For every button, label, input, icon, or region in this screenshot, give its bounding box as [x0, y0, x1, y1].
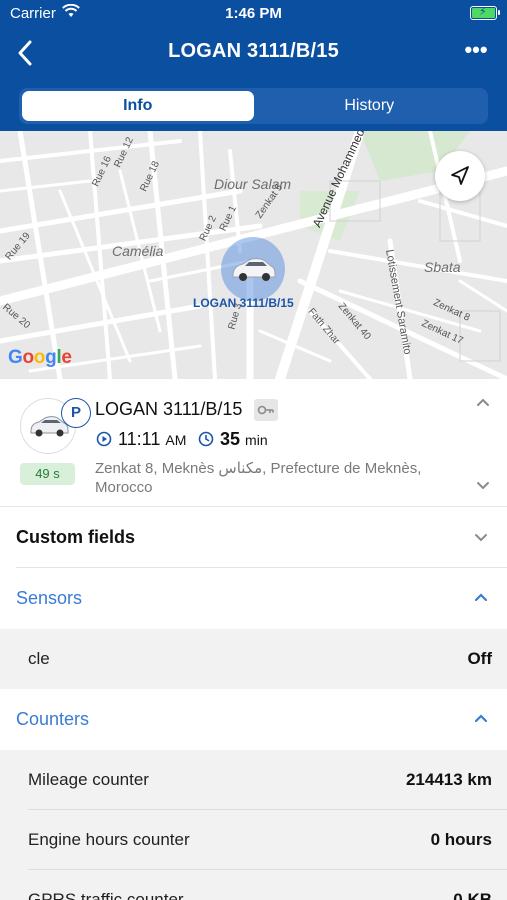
tab-bar: Info History [19, 88, 488, 124]
tab-history[interactable]: History [254, 91, 486, 121]
page-title: LOGAN 3111/B/15 [168, 40, 339, 62]
counter-value: 0 KB [453, 890, 492, 900]
navigation-arrow-icon [451, 166, 469, 185]
counter-name: Mileage counter [28, 770, 149, 789]
counters-section-header[interactable]: Counters [0, 689, 507, 750]
car-icon [232, 258, 276, 281]
last-time: 11:11 [118, 429, 161, 449]
duration-value: 35 min [220, 429, 268, 450]
unit-name: LOGAN 3111/B/15 [95, 399, 243, 419]
vehicle-marker-label[interactable]: LOGAN 3111/B/15 [193, 296, 294, 310]
more-button[interactable]: ••• [461, 37, 491, 64]
status-time: 1:46 PM [225, 5, 282, 22]
locate-button[interactable] [435, 151, 485, 201]
counter-value: 214413 km [405, 770, 492, 789]
last-message-age-badge: 49 s [20, 463, 75, 485]
map-view[interactable]: Diour Salam Camélia Sbata Rue 16 Rue 12 … [0, 131, 507, 379]
sensor-name: cle [28, 649, 50, 668]
vehicle-marker[interactable] [221, 237, 285, 301]
counter-row: GPRS traffic counter 0 KB [0, 870, 507, 900]
counter-row: Engine hours counter 0 hours [0, 810, 507, 870]
last-time-suffix: AM [165, 432, 187, 448]
sensor-value: Off [467, 649, 492, 668]
counter-name: GPRS traffic counter [28, 890, 184, 900]
app-header: Carrier 1:46 PM ⚡ LOGAN 3111/B/15 ••• In… [0, 0, 507, 131]
sensor-row: cle Off [0, 629, 507, 689]
counter-value: 0 hours [430, 830, 492, 849]
chevron-up-icon[interactable] [473, 393, 493, 413]
more-horizontal-icon: ••• [464, 37, 488, 62]
sensors-section-header[interactable]: Sensors [0, 568, 507, 629]
sensors-label: Sensors [16, 588, 83, 608]
map-place-label: Camélia [112, 243, 164, 259]
play-time-icon [96, 431, 112, 447]
chevron-down-icon [475, 534, 487, 542]
unit-address: Zenkat 8, Meknès مكناس, Prefecture de Me… [95, 460, 422, 496]
chevron-up-icon [474, 714, 488, 723]
parking-status-badge: P [61, 398, 91, 428]
chevron-down-icon[interactable] [473, 475, 493, 495]
tab-info[interactable]: Info [22, 91, 254, 121]
status-bar: Carrier 1:46 PM ⚡ [0, 0, 507, 28]
battery-icon: ⚡ [470, 6, 500, 20]
custom-fields-label: Custom fields [16, 527, 136, 547]
key-icon [254, 399, 278, 421]
unit-summary-card[interactable]: P 49 s LOGAN 3111/B/15 11:11 AM 35 min Z… [0, 379, 507, 507]
chevron-up-icon [474, 593, 488, 602]
duration-unit: min [245, 432, 268, 448]
map-place-label: Sbata [424, 259, 461, 275]
clock-icon [198, 431, 214, 447]
custom-fields-section-header[interactable]: Custom fields [0, 507, 507, 568]
last-time-value: 11:11 AM [118, 429, 186, 450]
counters-label: Counters [16, 709, 90, 729]
google-logo: Google [8, 347, 72, 368]
duration: 35 [220, 429, 241, 449]
counter-name: Engine hours counter [28, 830, 190, 849]
counter-row: Mileage counter 214413 km [0, 750, 507, 810]
